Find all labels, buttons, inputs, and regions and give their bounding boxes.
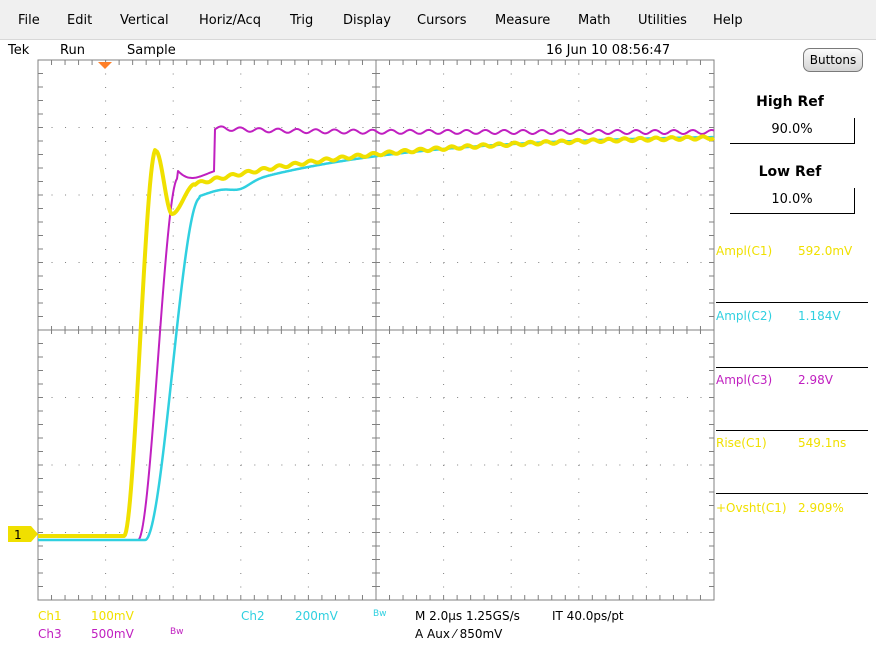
timebase-readout[interactable]: M 2.0µs 1.25GS/s: [415, 609, 520, 623]
menu-math[interactable]: Math: [578, 13, 611, 28]
ch1-scale[interactable]: 100mV: [91, 609, 134, 623]
menu-bar: File Edit Vertical Horiz/Acq Trig Displa…: [0, 0, 876, 40]
ch3-scale[interactable]: 500mV: [91, 627, 134, 641]
ch3-label[interactable]: Ch3: [38, 627, 62, 641]
ch1-label[interactable]: Ch1: [38, 609, 62, 623]
menu-horiz-acq[interactable]: Horiz/Acq: [199, 13, 261, 28]
menu-help[interactable]: Help: [713, 13, 743, 28]
menu-file[interactable]: File: [18, 13, 40, 28]
scope-display[interactable]: 1: [0, 56, 876, 606]
ch3-bandwidth-badge: Bw: [170, 627, 184, 637]
ch2-label[interactable]: Ch2: [241, 609, 265, 623]
menu-measure[interactable]: Measure: [495, 13, 550, 28]
trigger-readout[interactable]: A Aux ⁄ 850mV: [415, 627, 502, 641]
ch1-ground-marker: 1: [8, 526, 38, 542]
menu-edit[interactable]: Edit: [67, 13, 92, 28]
interp-readout: IT 40.0ps/pt: [552, 609, 624, 623]
menu-trig[interactable]: Trig: [290, 13, 313, 28]
menu-vertical[interactable]: Vertical: [120, 13, 169, 28]
ch2-bandwidth-badge: Bw: [373, 609, 387, 619]
svg-text:1: 1: [14, 528, 22, 542]
menu-utilities[interactable]: Utilities: [638, 13, 687, 28]
menu-display[interactable]: Display: [343, 13, 391, 28]
ch2-scale[interactable]: 200mV: [295, 609, 338, 623]
menu-cursors[interactable]: Cursors: [417, 13, 467, 28]
